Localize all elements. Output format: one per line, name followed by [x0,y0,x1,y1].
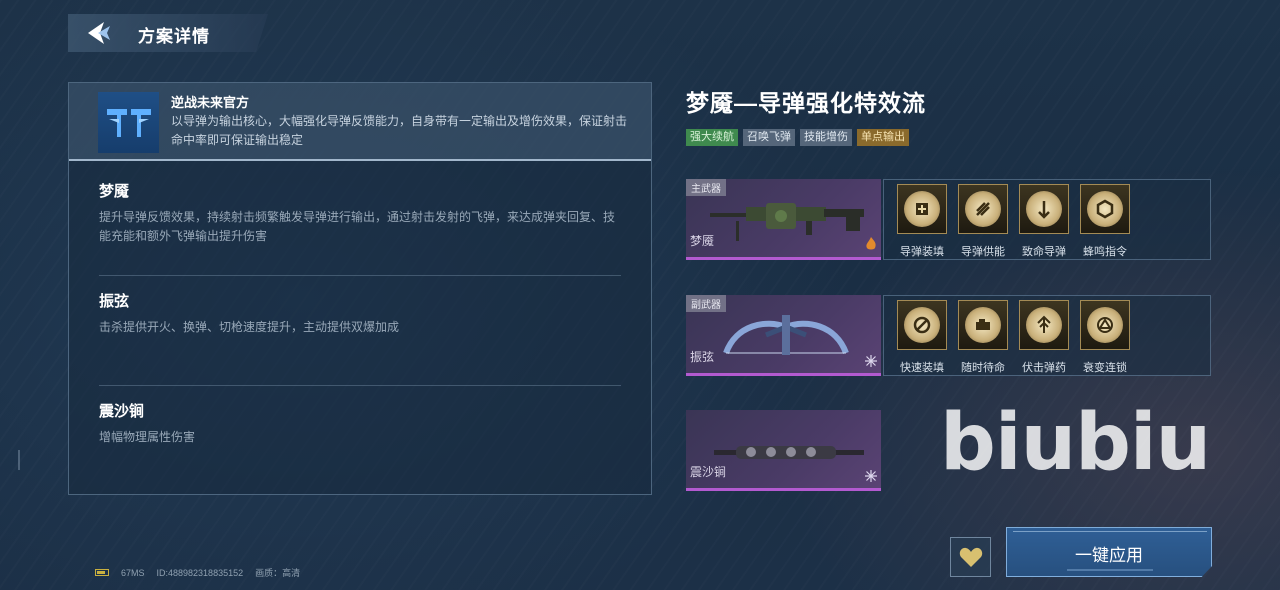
tag-sustain: 强大续航 [686,129,738,146]
battery-icon [95,569,109,576]
tag-single-target: 单点输出 [857,129,909,146]
page-title: 方案详情 [138,27,210,46]
scheme-description-panel: 逆战未来官方 以导弹为输出核心，大幅强化导弹反馈能力，自身带有一定输出及增伤效果… [68,82,652,495]
author-description: 以导弹为输出核心，大幅强化导弹反馈能力，自身带有一定输出及增伤效果，保证射击命中… [171,114,628,147]
apply-button[interactable]: 一键应用 [1006,527,1212,577]
skill-ambush-ammo[interactable]: 伏击弹药 [1016,300,1072,375]
skill-standby[interactable]: 随时待命 [955,300,1011,375]
tag-summon-missile: 召唤飞弹 [743,129,795,146]
weapon-section-primary: 梦魇 提升导弹反馈效果，持续射击频繁触发导弹进行输出，通过射击发射的飞弹，来达成… [99,180,621,246]
quality-setting: 画质：高清 [255,568,301,578]
author-logo [98,92,159,153]
heart-icon [959,547,982,567]
weapon-name: 振弦 [690,350,715,364]
standby-icon [958,300,1008,350]
weapon-name: 震沙锏 [690,465,727,479]
footer-info: 67MS ID:488982318835152 画质：高清 [95,566,300,579]
section-title: 震沙锏 [99,403,145,420]
scheme-title: 梦魇—导弹强化特效流 [686,90,926,116]
skill-deadly-missile[interactable]: 致命导弹 [1016,184,1072,259]
official-logo-icon [106,108,151,137]
section-divider [99,385,621,386]
weapon-card-melee[interactable]: 震沙锏 [686,410,881,491]
watermark: biubiu [940,398,1211,488]
scheme-tags: 强大续航 召唤飞弹 技能增伤 单点输出 [686,129,909,146]
skill-name: 快速装填 [900,362,944,374]
weapon-section-secondary: 振弦 击杀提供开火、换弹、切枪速度提升，主动提供双爆加成 [99,290,621,337]
author-name: 逆战未来官方 [171,95,250,110]
bow-weapon-icon [723,315,849,355]
section-description: 提升导弹反馈效果，持续射击频繁触发导弹进行输出，通过射击发射的飞弹，来达成弹夹回… [99,210,616,243]
skill-missile-load[interactable]: 导弹装填 [894,184,950,259]
back-arrow-icon [88,22,110,44]
favorite-button[interactable] [950,537,991,577]
author-box: 逆战未来官方 以导弹为输出核心，大幅强化导弹反馈能力，自身带有一定输出及增伤效果… [69,83,651,161]
weapon-section-melee: 震沙锏 增幅物理属性伤害 [99,400,621,447]
skill-row-secondary: 快速装填 随时待命 伏击弹药 衰变连锁 [883,295,1211,376]
skill-name: 致命导弹 [1022,246,1066,258]
skill-name: 导弹装填 [900,246,944,258]
skill-missile-energy[interactable]: 导弹供能 [955,184,1011,259]
section-title: 振弦 [99,293,130,310]
weapon-card-primary[interactable]: 主武器 梦魇 [686,179,881,260]
skill-buzz-command[interactable]: 蜂鸣指令 [1077,184,1133,259]
skill-quick-reload[interactable]: 快速装填 [894,300,950,375]
player-id: ID:488982318835152 [156,567,244,578]
ping-value: 67MS [121,567,145,578]
skill-row-primary: 导弹装填 导弹供能 致命导弹 蜂鸣指令 [883,179,1211,260]
skill-name: 蜂鸣指令 [1083,246,1127,258]
deadly-missile-icon [1019,184,1069,234]
section-description: 增幅物理属性伤害 [99,430,196,444]
snowflake-icon [865,355,877,367]
missile-load-icon [897,184,947,234]
snowflake-icon [865,470,877,482]
skill-name: 随时待命 [961,362,1005,374]
decay-chain-icon [1080,300,1130,350]
skill-name: 衰变连锁 [1083,362,1127,374]
skill-decay-chain[interactable]: 衰变连锁 [1077,300,1133,375]
section-description: 击杀提供开火、换弹、切枪速度提升，主动提供双爆加成 [99,320,400,334]
weapon-name: 梦魇 [690,234,715,248]
side-decoration [18,450,24,470]
heavy-gun-icon [710,203,864,241]
skill-name: 伏击弹药 [1022,362,1066,374]
button-decoration [1067,569,1153,571]
flame-icon [866,237,876,250]
tag-skill-damage: 技能增伤 [800,129,852,146]
ambush-ammo-icon [1019,300,1069,350]
button-decoration [1013,531,1207,536]
missile-energy-icon [958,184,1008,234]
section-title: 梦魇 [99,183,130,200]
back-button[interactable] [80,16,116,50]
weapon-card-secondary[interactable]: 副武器 振弦 [686,295,881,376]
section-divider [99,275,621,276]
quick-reload-icon [897,300,947,350]
apply-button-label: 一键应用 [1075,546,1143,565]
skill-name: 导弹供能 [961,246,1005,258]
buzz-command-icon [1080,184,1130,234]
